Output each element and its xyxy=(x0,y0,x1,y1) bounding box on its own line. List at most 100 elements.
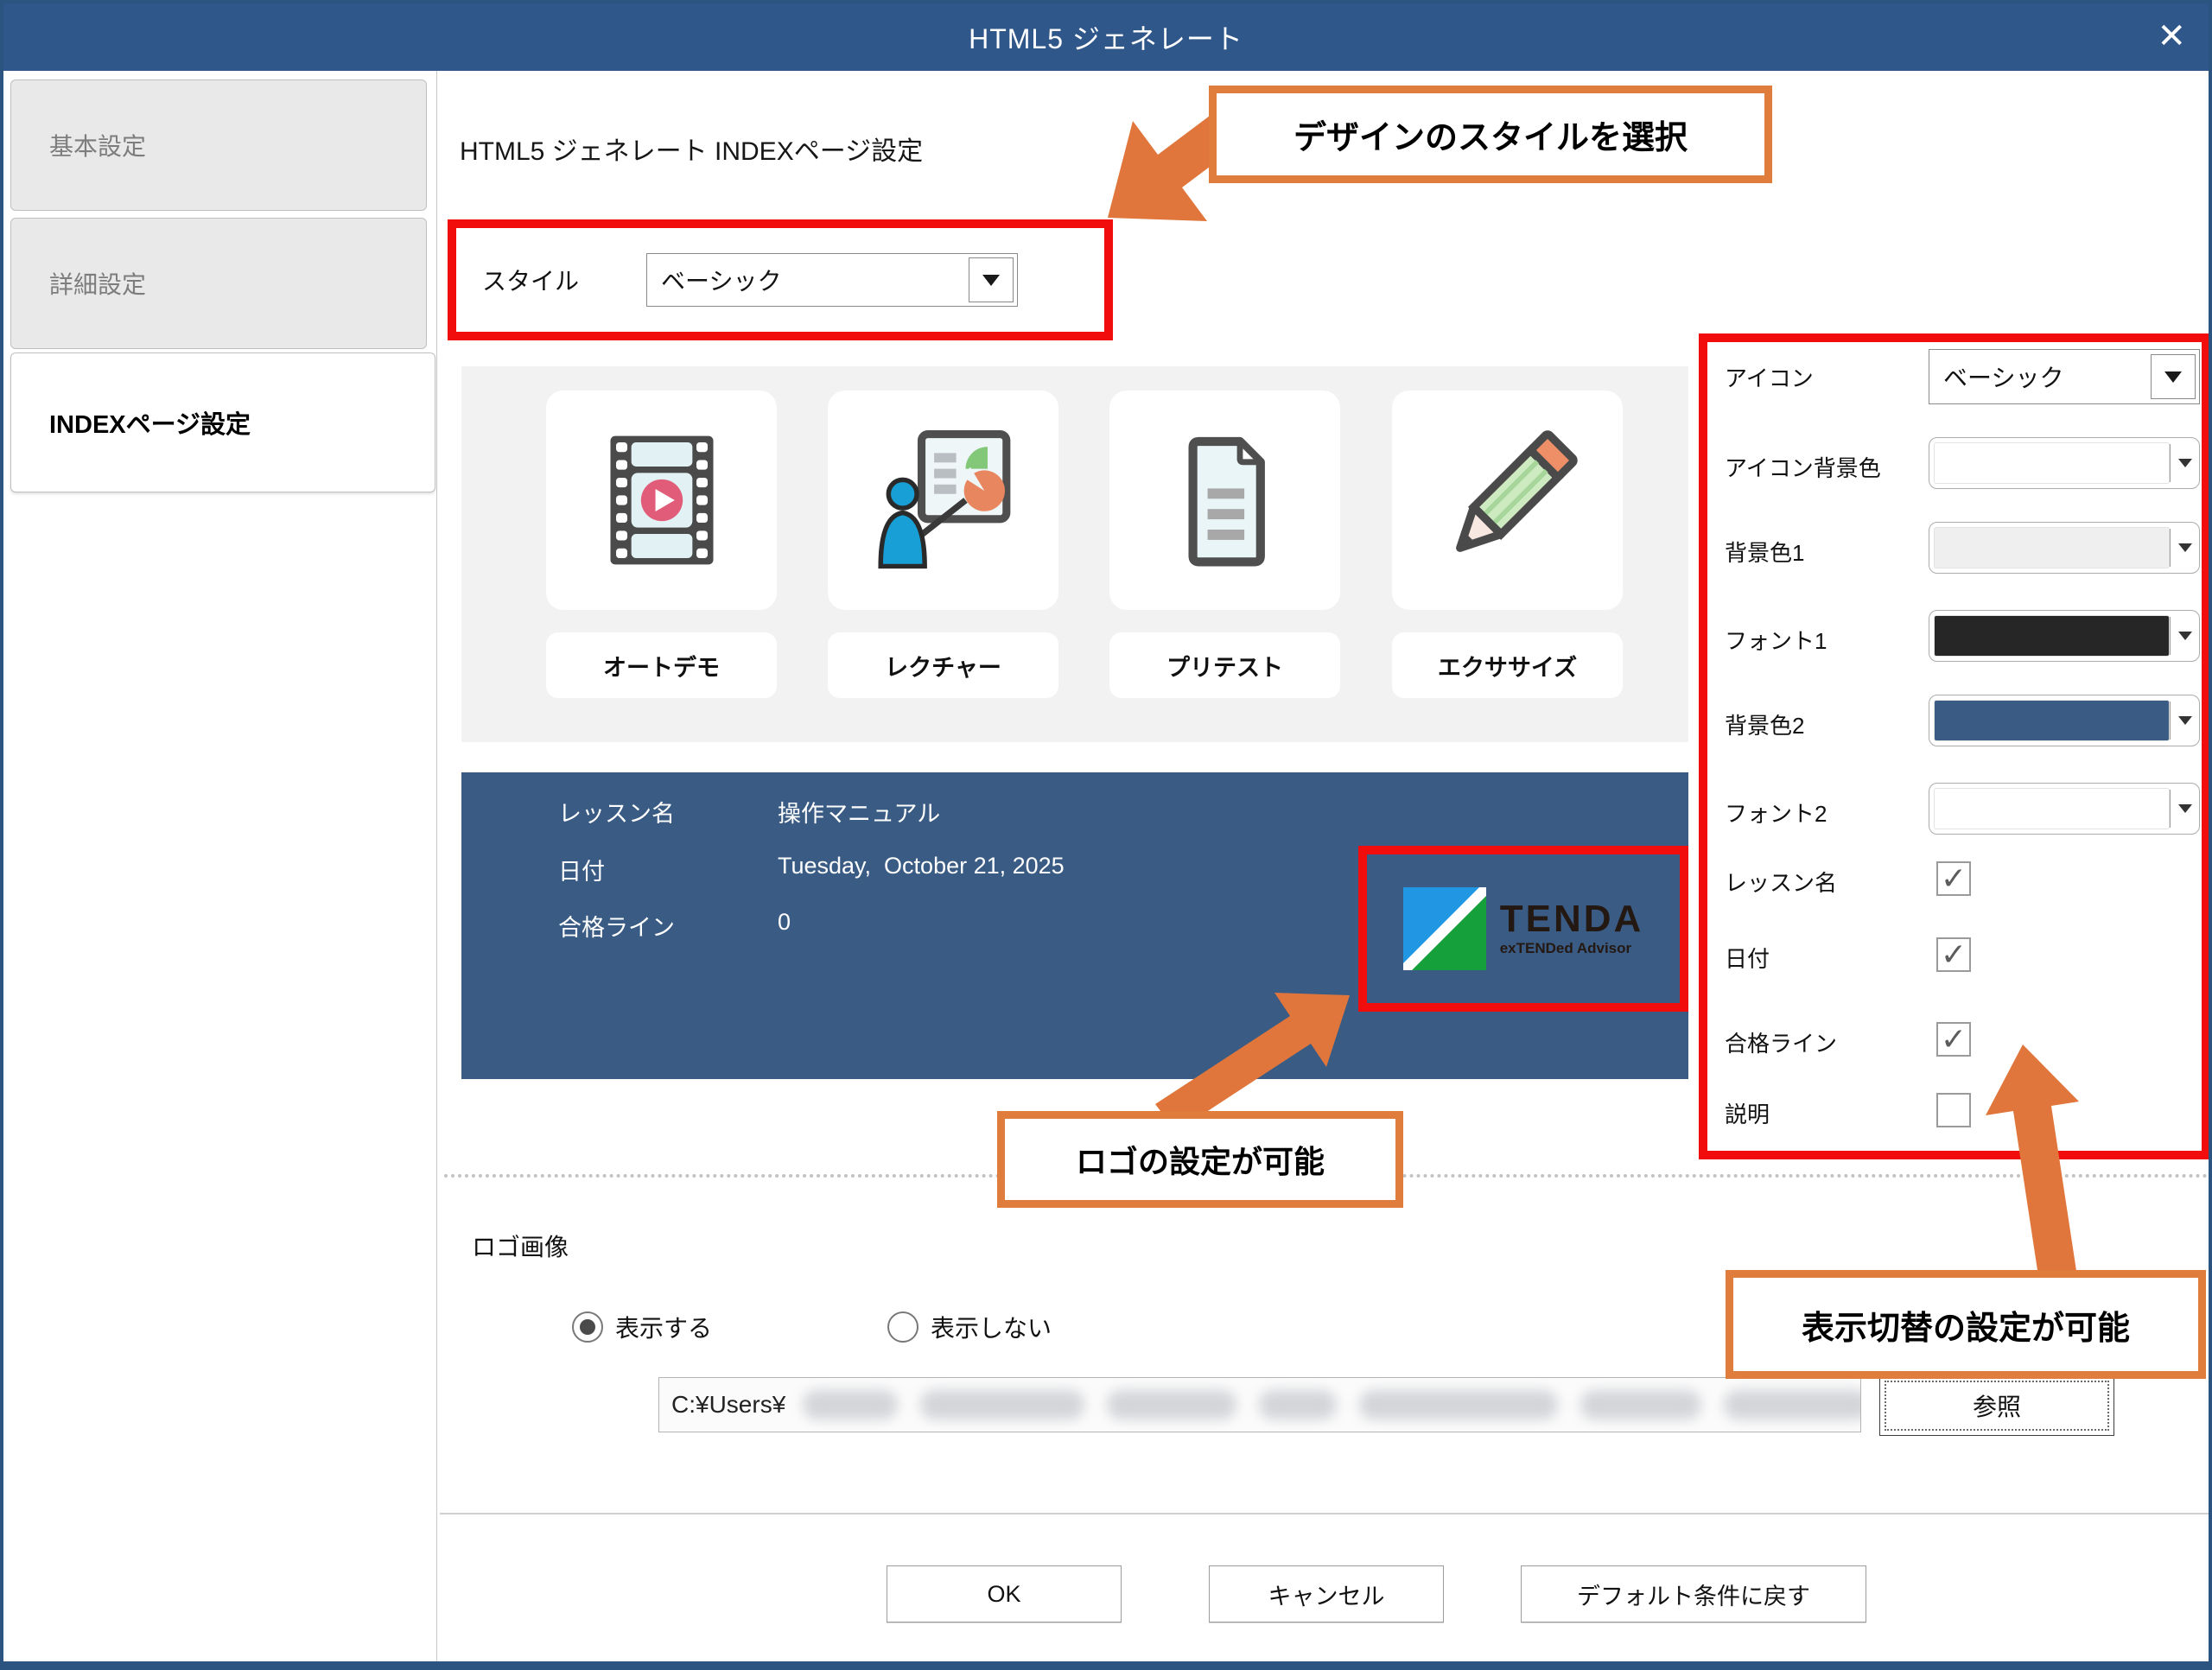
color-swatch xyxy=(1934,615,2170,657)
font1-label: フォント1 xyxy=(1725,624,1827,656)
date-value: Tuesday, October 21, 2025 xyxy=(778,853,1065,886)
tab-label: 詳細設定 xyxy=(49,266,146,301)
show-lesson-name-checkbox[interactable]: ✓ xyxy=(1936,861,1971,896)
footer-separator xyxy=(440,1513,2212,1514)
tab-index-page-settings[interactable]: INDEXページ設定 xyxy=(10,352,435,492)
bg-color1-label: 背景色1 xyxy=(1725,536,1804,568)
color-swatch xyxy=(1934,527,2170,568)
icon-style-value: ベーシック xyxy=(1929,359,2063,394)
font2-dropdown[interactable] xyxy=(1929,783,2200,835)
sidebar: 基本設定 詳細設定 INDEXページ設定 xyxy=(3,71,437,1661)
cancel-button[interactable]: キャンセル xyxy=(1209,1565,1444,1622)
color-swatch xyxy=(1934,442,2170,484)
radio-show-label: 表示する xyxy=(615,1310,712,1344)
filmstrip-play-icon xyxy=(582,420,742,581)
document-icon xyxy=(1152,427,1299,574)
style-dropdown-value: ベーシック xyxy=(647,263,781,297)
show-pass-line-checkbox[interactable]: ✓ xyxy=(1936,1022,1971,1057)
preview-row: 合格ライン 0 xyxy=(558,909,791,943)
style-highlight-box: スタイル ベーシック xyxy=(448,219,1113,340)
logo-title: TENDA xyxy=(1500,900,1644,938)
close-icon[interactable]: ✕ xyxy=(2157,17,2186,55)
pass-line-label: 合格ライン xyxy=(558,909,778,943)
card-label-autodemo: オートデモ xyxy=(546,632,777,698)
logo-image-section-label: ロゴ画像 xyxy=(472,1229,569,1263)
font2-label: フォント2 xyxy=(1725,797,1827,829)
presenter-board-icon xyxy=(865,422,1022,579)
tab-basic-settings[interactable]: 基本設定 xyxy=(10,79,427,211)
callout-text: ロゴの設定が可能 xyxy=(1076,1137,1325,1182)
dropdown-button[interactable] xyxy=(2170,444,2199,482)
show-pass-line-label: 合格ライン xyxy=(1725,1026,1837,1058)
radio-selected-dot xyxy=(580,1319,595,1335)
show-lesson-name-label: レッスン名 xyxy=(1725,866,1837,898)
icon-bg-color-dropdown[interactable] xyxy=(1929,437,2200,489)
check-icon: ✓ xyxy=(1941,1024,1967,1055)
icon-style-dropdown[interactable]: ベーシック xyxy=(1929,349,2200,404)
logo-path-input[interactable]: C:¥Users¥ xyxy=(658,1377,1861,1432)
title-bar: HTML5 ジェネレート ✕ xyxy=(3,3,2209,71)
logo-path-value: C:¥Users¥ xyxy=(659,1391,785,1419)
show-date-checkbox[interactable]: ✓ xyxy=(1936,937,1971,972)
lesson-name-value: 操作マニュアル xyxy=(778,795,940,829)
chevron-down-icon xyxy=(2178,459,2192,467)
callout-logo-setting: ロゴの設定が可能 xyxy=(997,1111,1403,1208)
chevron-down-icon xyxy=(2178,716,2192,725)
card-label-exercise: エクササイズ xyxy=(1392,632,1623,698)
pencil-icon xyxy=(1427,420,1588,581)
bg-color2-dropdown[interactable] xyxy=(1929,695,2200,746)
show-date-label: 日付 xyxy=(1725,942,1770,974)
browse-button[interactable]: 参照 xyxy=(1879,1375,2114,1436)
callout-text: 表示切替の設定が可能 xyxy=(1802,1301,2130,1349)
style-dropdown[interactable]: ベーシック xyxy=(646,253,1018,307)
color-swatch xyxy=(1934,700,2170,741)
icon-style-label: アイコン xyxy=(1725,361,1814,393)
preview-row: 日付 Tuesday, October 21, 2025 xyxy=(558,853,1065,886)
style-label: スタイル xyxy=(482,263,646,297)
dropdown-button[interactable] xyxy=(2170,790,2199,828)
card-pretest xyxy=(1109,391,1340,610)
check-icon: ✓ xyxy=(1941,863,1967,894)
icon-preview-panel: オートデモ レクチャー プリテスト エクササイズ xyxy=(461,366,1688,742)
font1-dropdown[interactable] xyxy=(1929,610,2200,662)
icon-bg-color-label: アイコン背景色 xyxy=(1725,451,1881,483)
card-label-lecture: レクチャー xyxy=(828,632,1058,698)
radio-show[interactable] xyxy=(572,1311,603,1343)
tab-label: 基本設定 xyxy=(49,128,146,162)
dropdown-button[interactable] xyxy=(2170,529,2199,567)
show-description-checkbox[interactable] xyxy=(1936,1093,1971,1127)
cancel-button-label: キャンセル xyxy=(1268,1578,1385,1611)
logo-subtitle: exTENDed Advisor xyxy=(1500,940,1644,957)
radio-hide[interactable] xyxy=(887,1311,918,1343)
radio-hide-label: 表示しない xyxy=(931,1310,1052,1344)
dropdown-button[interactable] xyxy=(2170,617,2199,655)
check-icon: ✓ xyxy=(1941,939,1967,970)
redacted-path-text xyxy=(803,1390,1861,1419)
tenda-logo-icon xyxy=(1403,887,1486,970)
callout-select-style: デザインのスタイルを選択 xyxy=(1209,86,1772,183)
preview-row: レッスン名 操作マニュアル xyxy=(558,795,940,829)
dropdown-button[interactable] xyxy=(2170,702,2199,740)
reset-default-button-label: デフォルト条件に戻す xyxy=(1577,1578,1810,1611)
date-label: 日付 xyxy=(558,853,778,886)
ok-button[interactable]: OK xyxy=(887,1565,1122,1622)
browse-button-label: 参照 xyxy=(1973,1388,2021,1423)
color-swatch xyxy=(1934,788,2170,829)
card-label-pretest: プリテスト xyxy=(1109,632,1340,698)
card-lecture xyxy=(828,391,1058,610)
pass-line-value: 0 xyxy=(778,909,791,943)
chevron-down-icon xyxy=(2178,632,2192,640)
reset-default-button[interactable]: デフォルト条件に戻す xyxy=(1521,1565,1866,1622)
tab-label: INDEXページ設定 xyxy=(49,404,251,441)
dropdown-button[interactable] xyxy=(969,257,1014,302)
radio-show-row: 表示する xyxy=(572,1310,712,1344)
tab-detail-settings[interactable]: 詳細設定 xyxy=(10,218,427,349)
bg-color1-dropdown[interactable] xyxy=(1929,522,2200,574)
dialog-window: HTML5 ジェネレート ✕ 基本設定 詳細設定 INDEXページ設定 HTML… xyxy=(0,0,2212,1670)
chevron-down-icon xyxy=(2178,543,2192,552)
page-title: HTML5 ジェネレート INDEXページ設定 xyxy=(460,130,923,168)
window-title: HTML5 ジェネレート xyxy=(969,17,1243,57)
chevron-down-icon xyxy=(2178,804,2192,813)
dropdown-button[interactable] xyxy=(2151,354,2196,399)
callout-display-toggle: 表示切替の設定が可能 xyxy=(1726,1270,2206,1379)
